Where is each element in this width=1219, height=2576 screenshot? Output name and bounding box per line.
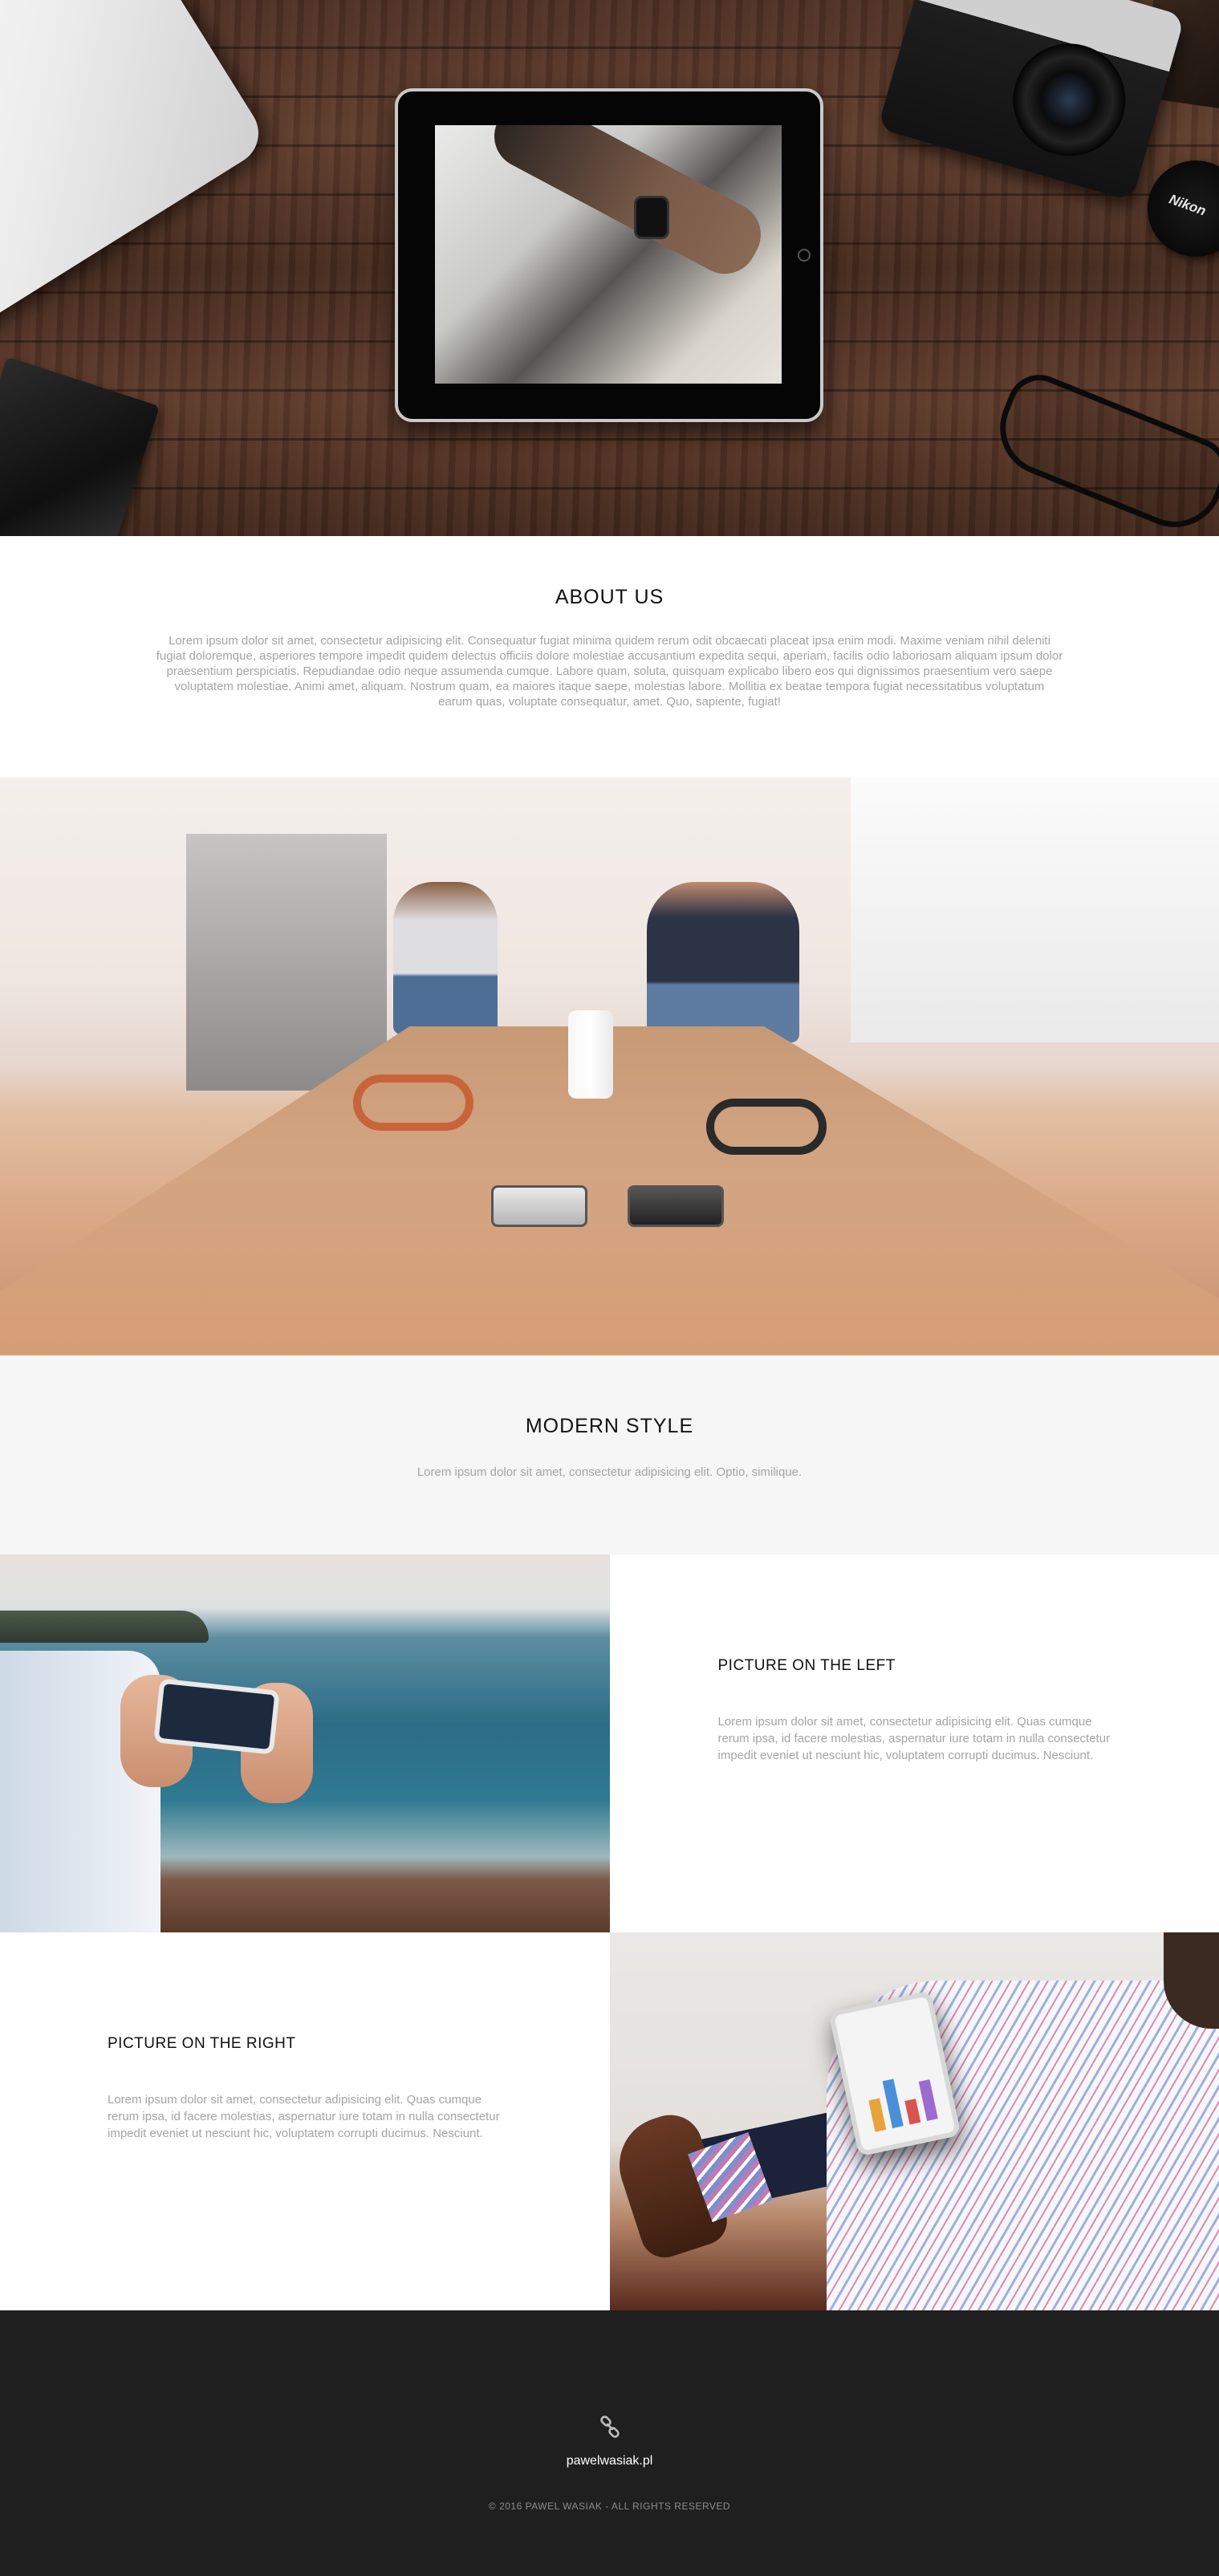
lens-cap-brand: Nikon	[1167, 191, 1209, 219]
hero-tablet	[395, 88, 823, 422]
picture-left-title: PICTURE ON THE LEFT	[717, 1657, 896, 1674]
smartphone-image	[153, 1678, 280, 1755]
modern-text: Lorem ipsum dolor sit amet, consectetur …	[416, 1465, 803, 1479]
bag-image	[0, 356, 161, 536]
headphones-right	[706, 1099, 827, 1155]
chart-bar	[868, 2098, 886, 2132]
smartwatch-image	[634, 196, 669, 239]
phone-left	[491, 1185, 587, 1227]
modern-title: MODERN STYLE	[525, 1415, 694, 1437]
picture-right-text-block: PICTURE ON THE RIGHT Lorem ipsum dolor s…	[0, 1932, 610, 2310]
lens-cap-image: Nikon	[1148, 160, 1219, 257]
picture-right-row: PICTURE ON THE RIGHT Lorem ipsum dolor s…	[0, 1932, 1219, 2310]
camera-lens	[999, 30, 1139, 169]
person-woman	[393, 882, 498, 1034]
white-cup	[568, 1010, 613, 1099]
picture-left-text-block: PICTURE ON THE LEFT Lorem ipsum dolor si…	[609, 1554, 1219, 1932]
picture-right-title: PICTURE ON THE RIGHT	[108, 2035, 296, 2052]
link-icon[interactable]	[598, 2415, 622, 2439]
picture-left-text: Lorem ipsum dolor sit amet, consectetur …	[717, 1715, 1111, 1762]
phone-right	[628, 1185, 724, 1227]
footer: pawelwasiak.pl © 2016 PAWEL WASIAK - ALL…	[0, 2310, 1219, 2576]
about-section: ABOUT US Lorem ipsum dolor sit amet, con…	[0, 536, 1219, 778]
about-text: Lorem ipsum dolor sit amet, consectetur …	[156, 634, 1063, 709]
picture-left-row: PICTURE ON THE LEFT Lorem ipsum dolor si…	[0, 1554, 1219, 1932]
picture-right-text: Lorem ipsum dolor sit amet, consectetur …	[108, 2093, 500, 2140]
person-man	[647, 882, 799, 1042]
kitchen-cabinets	[851, 778, 1219, 1042]
chart-bar	[918, 2079, 938, 2121]
camera-image	[877, 0, 1185, 201]
chart-bar	[882, 2078, 904, 2129]
hero-banner: Nikon	[0, 0, 1219, 536]
ocean-phone-image	[0, 1554, 610, 1932]
tablet-screen-photo	[435, 125, 782, 384]
doorway	[186, 834, 387, 1091]
wrist-image	[482, 125, 773, 286]
coastline	[0, 1611, 209, 1643]
modern-style-section: MODERN STYLE Lorem ipsum dolor sit amet,…	[0, 1355, 1219, 1554]
about-title: ABOUT US	[555, 586, 664, 608]
kitchen-table-image	[0, 778, 1219, 1355]
headphones-left	[353, 1075, 473, 1131]
copyright-text: © 2016 PAWEL WASIAK - ALL RIGHTS RESERVE…	[488, 2501, 731, 2512]
glasses-image	[985, 365, 1219, 536]
site-name-link[interactable]: pawelwasiak.pl	[0, 2454, 1219, 2468]
tablet-home-button	[798, 249, 811, 262]
man-tablet-image	[609, 1932, 1219, 2310]
laptop-image	[0, 0, 271, 365]
chart-bar	[904, 2099, 920, 2125]
